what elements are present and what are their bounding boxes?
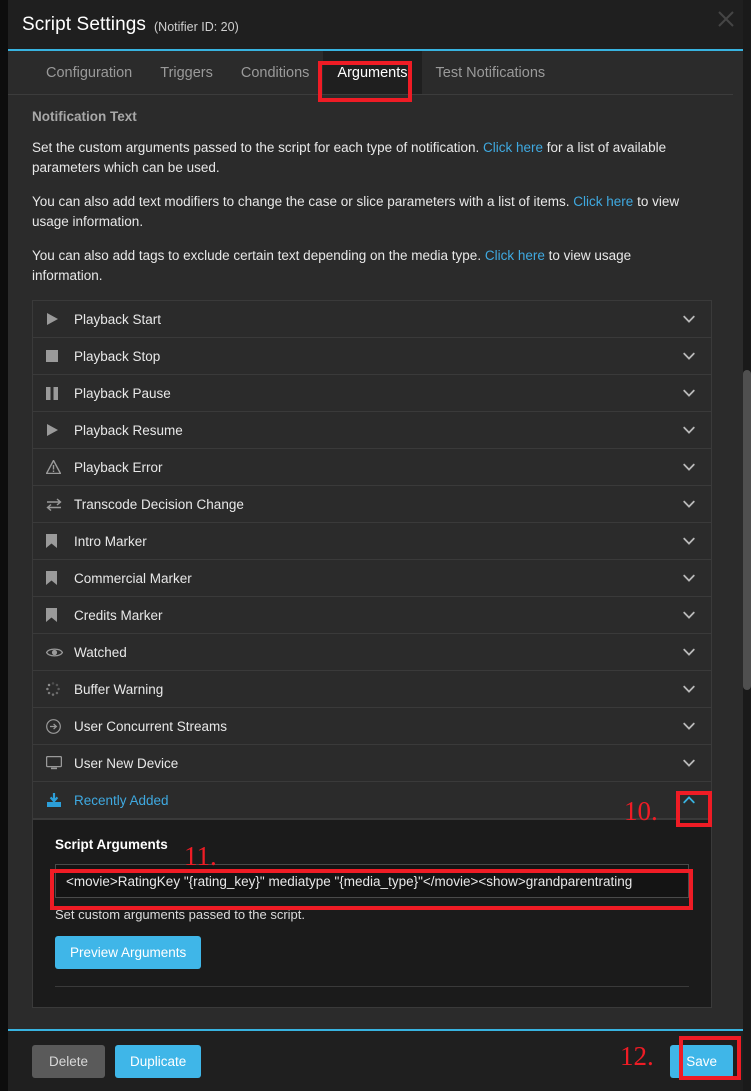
exchange-arrows-icon xyxy=(46,495,68,513)
chevron-down-icon[interactable] xyxy=(681,607,697,623)
chevron-down-icon[interactable] xyxy=(681,644,697,660)
accordion-row-label: User New Device xyxy=(74,756,681,771)
page-title: Script Settings xyxy=(22,14,146,36)
script-arguments-input[interactable] xyxy=(55,864,689,898)
accordion-row[interactable]: Transcode Decision Change xyxy=(33,486,711,523)
modal-footer: Delete Duplicate Save xyxy=(8,1029,751,1091)
tab-bar: Configuration Triggers Conditions Argume… xyxy=(8,51,733,95)
accordion-row-label: Playback Error xyxy=(74,460,681,475)
accordion-row-label: Playback Start xyxy=(74,312,681,327)
tab-test-notifications[interactable]: Test Notifications xyxy=(422,51,560,94)
description-paragraph-2: You can also add text modifiers to chang… xyxy=(32,192,702,232)
accordion-row[interactable]: Buffer Warning xyxy=(33,671,711,708)
eye-icon xyxy=(46,643,68,661)
accordion-row[interactable]: Recently Added xyxy=(33,782,711,819)
arrow-circle-right-icon xyxy=(46,717,68,735)
delete-button[interactable]: Delete xyxy=(32,1045,105,1078)
tab-label: Conditions xyxy=(241,65,310,81)
tab-label: Test Notifications xyxy=(436,65,546,81)
accordion-row[interactable]: User New Device xyxy=(33,745,711,782)
chevron-down-icon[interactable] xyxy=(681,681,697,697)
tab-label: Configuration xyxy=(46,65,132,81)
chevron-down-icon[interactable] xyxy=(681,459,697,475)
chevron-up-icon[interactable] xyxy=(681,792,697,808)
accordion-row[interactable]: Playback Start xyxy=(33,301,711,338)
accordion-row[interactable]: Credits Marker xyxy=(33,597,711,634)
accordion-row-label: Recently Added xyxy=(74,793,681,808)
download-icon xyxy=(46,791,68,809)
section-label: Notification Text xyxy=(32,109,727,124)
chevron-down-icon[interactable] xyxy=(681,348,697,364)
desktop-icon xyxy=(46,754,68,772)
chevron-down-icon[interactable] xyxy=(681,496,697,512)
outer-scrollbar-thumb[interactable] xyxy=(743,370,751,690)
tab-triggers[interactable]: Triggers xyxy=(146,51,227,94)
click-here-link[interactable]: Click here xyxy=(485,248,545,263)
accordion-row[interactable]: Commercial Marker xyxy=(33,560,711,597)
click-here-link[interactable]: Click here xyxy=(483,140,543,155)
accordion-row-label: Commercial Marker xyxy=(74,571,681,586)
paragraph-text: You can also add tags to exclude certain… xyxy=(32,248,485,263)
accordion-row-label: User Concurrent Streams xyxy=(74,719,681,734)
chevron-down-icon[interactable] xyxy=(681,311,697,327)
save-button[interactable]: Save xyxy=(670,1045,733,1078)
accordion-row[interactable]: Playback Resume xyxy=(33,412,711,449)
accordion-row[interactable]: Watched xyxy=(33,634,711,671)
accordion-row-label: Watched xyxy=(74,645,681,660)
accordion-row-label: Playback Stop xyxy=(74,349,681,364)
description-paragraph-1: Set the custom arguments passed to the s… xyxy=(32,138,702,178)
chevron-down-icon[interactable] xyxy=(681,385,697,401)
script-settings-modal: Script Settings (Notifier ID: 20) Config… xyxy=(8,0,751,1091)
chevron-down-icon[interactable] xyxy=(681,718,697,734)
click-here-link[interactable]: Click here xyxy=(573,194,633,209)
script-arguments-help: Set custom arguments passed to the scrip… xyxy=(55,907,689,922)
chevron-down-icon[interactable] xyxy=(681,422,697,438)
notifier-id-label: (Notifier ID: 20) xyxy=(154,16,239,34)
tab-label: Arguments xyxy=(337,65,407,81)
description-paragraph-3: You can also add tags to exclude certain… xyxy=(32,246,702,286)
footer-right-group: Save xyxy=(670,1045,733,1078)
close-icon[interactable] xyxy=(715,8,737,30)
chevron-down-icon[interactable] xyxy=(681,533,697,549)
script-arguments-label: Script Arguments xyxy=(55,837,168,852)
accordion-row[interactable]: Playback Stop xyxy=(33,338,711,375)
chevron-down-icon[interactable] xyxy=(681,570,697,586)
play-icon xyxy=(46,421,68,439)
preview-arguments-button[interactable]: Preview Arguments xyxy=(55,936,201,969)
duplicate-button[interactable]: Duplicate xyxy=(115,1045,201,1078)
tab-conditions[interactable]: Conditions xyxy=(227,51,324,94)
modal-body: Notification Text Set the custom argumen… xyxy=(8,95,751,1029)
accordion-row[interactable]: Playback Error xyxy=(33,449,711,486)
spinner-icon xyxy=(46,680,68,698)
tab-configuration[interactable]: Configuration xyxy=(32,51,146,94)
paragraph-text: Set the custom arguments passed to the s… xyxy=(32,140,483,155)
modal-header: Script Settings (Notifier ID: 20) xyxy=(8,0,751,51)
accordion-row[interactable]: User Concurrent Streams xyxy=(33,708,711,745)
accordion-row-label: Buffer Warning xyxy=(74,682,681,697)
accordion-row-label: Playback Pause xyxy=(74,386,681,401)
notification-type-accordion: Playback Start Playback Stop Playback Paus… xyxy=(32,300,712,1008)
warning-triangle-icon xyxy=(46,458,68,476)
bookmark-icon xyxy=(46,606,68,624)
stop-icon xyxy=(46,347,68,365)
accordion-row[interactable]: Intro Marker xyxy=(33,523,711,560)
accordion-row-label: Playback Resume xyxy=(74,423,681,438)
bookmark-icon xyxy=(46,532,68,550)
chevron-down-icon[interactable] xyxy=(681,755,697,771)
tab-label: Triggers xyxy=(160,65,213,81)
accordion-row-label: Transcode Decision Change xyxy=(74,497,681,512)
accordion-row-label: Intro Marker xyxy=(74,534,681,549)
pause-icon xyxy=(46,384,68,402)
tab-arguments[interactable]: Arguments xyxy=(323,51,421,94)
panel-divider xyxy=(55,986,689,987)
play-icon xyxy=(46,310,68,328)
paragraph-text: You can also add text modifiers to chang… xyxy=(32,194,573,209)
script-arguments-panel: Script Arguments Set custom arguments pas… xyxy=(33,819,711,1007)
accordion-row-label: Credits Marker xyxy=(74,608,681,623)
accordion-row[interactable]: Playback Pause xyxy=(33,375,711,412)
bookmark-icon xyxy=(46,569,68,587)
